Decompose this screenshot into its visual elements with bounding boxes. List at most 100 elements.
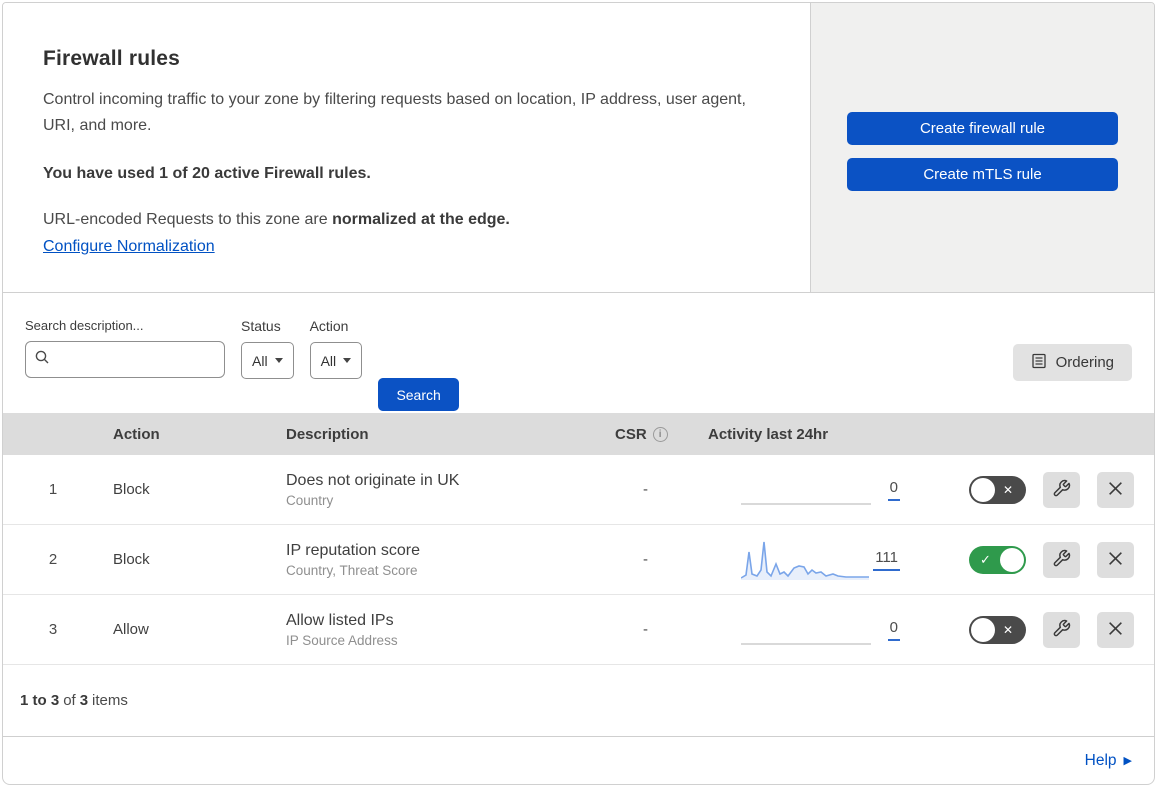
table-row: 3 Allow Allow listed IPs IP Source Addre… [3, 595, 1154, 665]
help-link-label: Help [1084, 751, 1117, 769]
rules-table: Action Description CSR i Activity last 2… [3, 413, 1154, 665]
firewall-rules-page: Firewall rules Control incoming traffic … [2, 2, 1155, 785]
ordering-button[interactable]: Ordering [1012, 344, 1132, 381]
column-header-csr: CSR i [598, 426, 693, 443]
delete-rule-button[interactable] [1097, 541, 1134, 578]
chevron-down-icon [274, 358, 283, 363]
status-filter-label: Status [241, 318, 281, 334]
activity-sparkline [740, 539, 871, 581]
rule-description-cell: Allow listed IPs IP Source Address [278, 612, 598, 648]
chevron-down-icon [343, 358, 352, 363]
rule-action: Block [113, 551, 150, 568]
rule-match-fields: Country [286, 492, 334, 508]
action-filter-value: All [320, 352, 337, 369]
rule-description-cell: Does not originate in UK Country [278, 472, 598, 508]
rule-activity-cell: 0 [693, 609, 918, 651]
search-label: Search description... [25, 318, 144, 333]
edit-rule-button[interactable] [1043, 471, 1080, 508]
create-firewall-rule-button[interactable]: Create firewall rule [847, 112, 1118, 145]
page-description: Control incoming traffic to your zone by… [43, 91, 746, 134]
toggle-knob [971, 617, 995, 642]
page-header: Firewall rules Control incoming traffic … [3, 3, 1154, 293]
search-input[interactable] [56, 351, 216, 368]
search-button[interactable]: Search [378, 378, 460, 411]
normalization-note: URL-encoded Requests to this zone are no… [43, 211, 770, 229]
rule-controls: ✓ ✕ [918, 471, 1154, 508]
create-mtls-rule-button[interactable]: Create mTLS rule [847, 158, 1118, 191]
close-icon [1107, 620, 1124, 640]
edit-rule-button[interactable] [1043, 611, 1080, 648]
arrow-right-icon: ▶ [1123, 755, 1132, 767]
table-header-row: Action Description CSR i Activity last 2… [3, 413, 1154, 455]
csr-header-label: CSR [615, 425, 647, 443]
rule-priority: 2 [48, 551, 58, 568]
items-range: 1 to 3 [20, 692, 60, 709]
rule-enabled-toggle[interactable]: ✓ ✕ [969, 615, 1026, 644]
rule-csr-value: - [643, 481, 648, 498]
wrench-icon [1052, 479, 1071, 501]
rule-controls: ✓ ✕ [918, 611, 1154, 648]
page-title: Firewall rules [43, 47, 181, 70]
filter-bar: Search description... Status All Action … [3, 293, 1154, 413]
rule-enabled-toggle[interactable]: ✓ ✕ [969, 545, 1026, 574]
activity-sparkline [741, 609, 871, 651]
delete-rule-button[interactable] [1097, 611, 1134, 648]
ordering-button-label: Ordering [1055, 354, 1114, 371]
rule-description: Does not originate in UK [286, 471, 460, 489]
activity-count-link[interactable]: 0 [887, 479, 900, 501]
delete-rule-button[interactable] [1097, 471, 1134, 508]
items-label: items [92, 692, 128, 709]
rule-controls: ✓ ✕ [918, 541, 1154, 578]
edit-rule-button[interactable] [1043, 541, 1080, 578]
rule-priority: 3 [48, 621, 58, 638]
rule-csr-value: - [643, 621, 648, 638]
status-filter-group: Status All [241, 318, 294, 379]
items-of-text: of [63, 692, 76, 709]
rule-action: Allow [113, 621, 149, 638]
items-total: 3 [79, 692, 89, 709]
status-filter-value: All [252, 352, 268, 369]
usage-summary: You have used 1 of 20 active Firewall ru… [43, 165, 371, 182]
column-header-action: Action [113, 425, 160, 443]
close-icon [1107, 480, 1124, 500]
normalization-note-bold: normalized at the edge. [332, 211, 510, 228]
wrench-icon [1052, 619, 1071, 641]
status-filter-select[interactable]: All [241, 342, 294, 379]
rule-csr-value: - [643, 551, 648, 568]
rule-activity-cell: 0 [693, 469, 918, 511]
column-header-description: Description [286, 425, 369, 443]
search-input-box[interactable] [25, 341, 225, 378]
close-icon [1107, 550, 1124, 570]
rule-description-cell: IP reputation score Country, Threat Scor… [278, 542, 598, 578]
x-icon: ✕ [1002, 482, 1013, 497]
wrench-icon [1052, 549, 1071, 571]
activity-sparkline [741, 469, 871, 511]
page-header-text: Firewall rules Control incoming traffic … [3, 3, 811, 292]
rule-description: IP reputation score [286, 541, 421, 559]
table-row: 1 Block Does not originate in UK Country… [3, 455, 1154, 525]
toggle-knob [971, 477, 995, 502]
activity-count-link[interactable]: 111 [873, 549, 900, 571]
configure-normalization-link[interactable]: Configure Normalization [43, 238, 215, 256]
rule-match-fields: Country, Threat Score [286, 562, 418, 578]
rule-match-fields: IP Source Address [286, 632, 398, 648]
check-icon: ✓ [980, 551, 991, 567]
rule-priority: 1 [48, 481, 58, 498]
header-actions-panel: Create firewall rule Create mTLS rule [811, 3, 1154, 292]
pagination-summary: 1 to 3 of 3 items [3, 665, 1154, 737]
toggle-knob [1000, 547, 1024, 572]
rule-enabled-toggle[interactable]: ✓ ✕ [969, 475, 1026, 504]
help-bar: Help ▶ [3, 737, 1154, 784]
activity-count-link[interactable]: 0 [887, 619, 900, 641]
help-link[interactable]: Help ▶ [1085, 752, 1132, 770]
info-icon[interactable]: i [652, 426, 668, 442]
action-filter-group: Action All [309, 318, 363, 379]
search-icon [34, 349, 50, 370]
table-row: 2 Block IP reputation score Country, Thr… [3, 525, 1154, 595]
column-header-activity: Activity last 24hr [708, 425, 829, 443]
search-group: Search description... [25, 318, 225, 378]
action-filter-select[interactable]: All [309, 342, 363, 379]
normalization-note-text: URL-encoded Requests to this zone are [43, 211, 333, 228]
ordering-list-icon [1031, 353, 1047, 373]
rule-activity-cell: 111 [693, 539, 918, 581]
